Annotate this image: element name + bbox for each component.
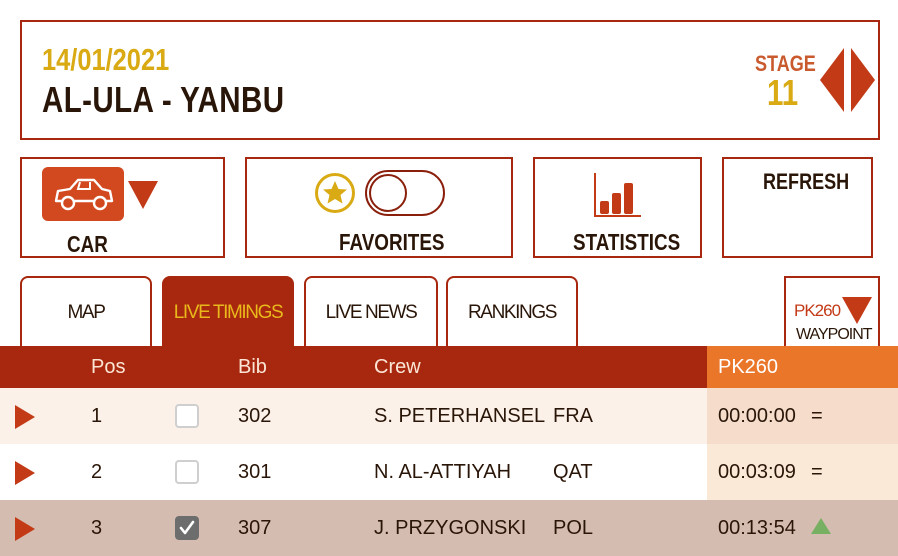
row-bib: 301 <box>238 461 272 483</box>
tab-live-news[interactable]: LIVE NEWS <box>304 276 438 348</box>
table-row[interactable]: 2 301 N. AL-ATTIYAH QAT 00:03:09 = <box>0 444 898 500</box>
row-crew: S. PETERHANSEL <box>374 405 546 427</box>
stage-number: 11 <box>767 72 799 113</box>
checkpoint-time-cell: 00:00:00 = <box>707 388 898 444</box>
waypoint-label: WAYPOINT <box>796 326 873 343</box>
waypoint-dropdown-icon <box>842 297 872 324</box>
checkmark-icon <box>179 520 195 535</box>
column-header-checkpoint: PK260 <box>707 346 898 388</box>
refresh-button[interactable]: REFRESH <box>722 157 873 258</box>
tab-map[interactable]: MAP <box>20 276 152 348</box>
car-category-button[interactable] <box>42 167 124 221</box>
waypoint-code: PK260 <box>794 301 841 320</box>
row-pos: 1 <box>91 405 103 427</box>
checkpoint-time-cell: 00:03:09 = <box>707 444 898 500</box>
row-pos: 2 <box>91 461 103 483</box>
favorite-checkbox[interactable] <box>175 404 199 428</box>
expand-row-icon[interactable] <box>14 516 36 542</box>
favorite-checkbox[interactable] <box>175 516 199 540</box>
row-trend: = <box>811 461 823 483</box>
row-crew: N. AL-ATTIYAH <box>374 461 512 483</box>
favorites-filter: FAVORITES <box>245 157 513 258</box>
row-bib: 302 <box>238 405 272 427</box>
stage-route: AL-ULA - YANBU <box>42 79 285 120</box>
row-time: 00:03:09 <box>718 461 796 483</box>
next-stage-icon[interactable] <box>849 46 877 114</box>
tab-live-timings-label: LIVE TIMINGS <box>173 302 284 323</box>
column-header-pos: Pos <box>91 356 126 378</box>
row-country: QAT <box>553 461 593 483</box>
tab-rankings[interactable]: RANKINGS <box>446 276 578 348</box>
expand-row-icon[interactable] <box>14 460 36 486</box>
stage-header: 14/01/2021 AL-ULA - YANBU STAGE 11 <box>20 20 880 140</box>
stage-date: 14/01/2021 <box>42 42 170 77</box>
toggle-knob <box>369 174 407 212</box>
row-trend: = <box>811 405 823 427</box>
favorites-label: FAVORITES <box>339 229 445 255</box>
tab-live-news-label: LIVE NEWS <box>325 302 418 323</box>
bar-chart-icon <box>594 173 641 217</box>
row-country: FRA <box>553 405 593 427</box>
column-header-crew: Crew <box>374 356 421 378</box>
column-header-bib: Bib <box>238 356 267 378</box>
row-crew: J. PRZYGONSKI <box>374 517 527 539</box>
checkpoint-time-cell: 00:13:54 <box>707 500 898 556</box>
up-arrow-icon <box>811 518 831 534</box>
waypoint-selector[interactable]: PK260 WAYPOINT <box>784 276 880 346</box>
row-time: 00:13:54 <box>718 517 796 539</box>
statistics-label: STATISTICS <box>573 229 681 255</box>
tab-rankings-label: RANKINGS <box>467 302 557 323</box>
column-header-checkpoint-label: PK260 <box>718 356 779 378</box>
previous-stage-icon[interactable] <box>818 46 846 114</box>
row-time: 00:00:00 <box>718 405 796 427</box>
category-dropdown-icon[interactable] <box>127 179 159 211</box>
row-country: POL <box>553 517 594 539</box>
table-row[interactable]: 3 307 J. PRZYGONSKI POL 00:13:54 <box>0 500 898 556</box>
tab-live-timings[interactable]: LIVE TIMINGS <box>162 276 294 348</box>
tab-map-label: MAP <box>67 302 106 323</box>
car-label: CAR <box>67 231 108 257</box>
rally-car-icon <box>54 178 114 211</box>
statistics-button[interactable]: STATISTICS <box>533 157 702 258</box>
favorites-toggle[interactable] <box>365 170 445 216</box>
expand-row-icon[interactable] <box>14 404 36 430</box>
row-bib: 307 <box>238 517 272 539</box>
vehicle-category-selector[interactable]: CAR <box>20 157 225 258</box>
star-icon <box>315 173 355 213</box>
row-pos: 3 <box>91 517 103 539</box>
timings-table-header: Pos Bib Crew PK260 <box>0 346 898 388</box>
refresh-label: REFRESH <box>763 169 850 194</box>
favorite-checkbox[interactable] <box>175 460 199 484</box>
table-row[interactable]: 1 302 S. PETERHANSEL FRA 00:00:00 = <box>0 388 898 444</box>
